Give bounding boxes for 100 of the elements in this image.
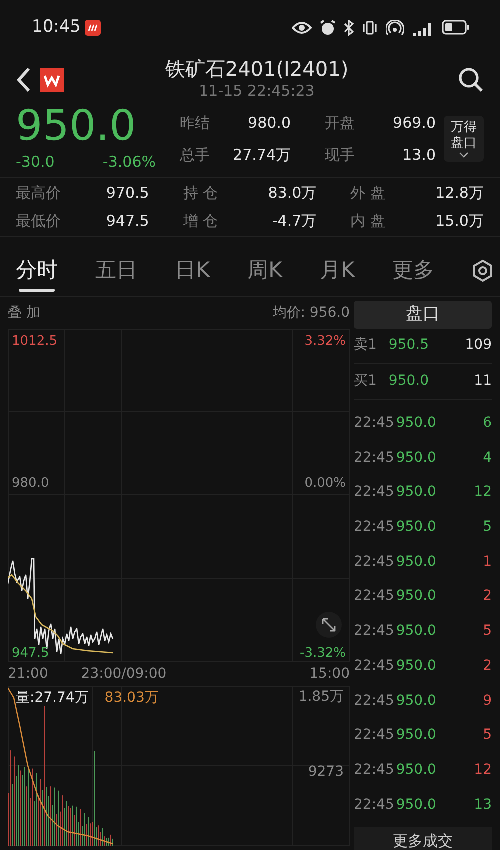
percent-axis-label: 0.00% — [304, 477, 346, 490]
trade-time: 22:45 — [354, 518, 394, 538]
trade-time: 22:45 — [354, 726, 394, 746]
hotspot-icon — [386, 20, 404, 36]
expand-button[interactable] — [316, 612, 342, 638]
trade-time: 22:45 — [354, 483, 394, 502]
trade-quantity: 5 — [483, 622, 492, 642]
volume-average: 83.03万 — [104, 689, 159, 708]
detail-value: 15.0万 — [436, 210, 484, 232]
trade-time: 22:45 — [354, 796, 394, 815]
order-quantity: 109 — [465, 336, 492, 356]
price-axis-label: 1012.5 — [12, 335, 58, 348]
trade-price: 950.0 — [396, 692, 436, 711]
stat-label: 开盘 — [325, 112, 355, 134]
stat-value: 27.74万 — [233, 145, 291, 166]
chevron-down-icon — [459, 152, 469, 158]
trade-quantity: 13 — [474, 796, 492, 815]
back-button[interactable] — [16, 67, 32, 93]
order-quantity: 11 — [474, 372, 492, 391]
trade-quantity: 5 — [483, 518, 492, 538]
volume-axis-label: 1.85万 — [298, 690, 344, 704]
trade-price: 950.0 — [396, 760, 436, 780]
trade-price: 950.0 — [396, 622, 436, 642]
time-axis-label: 21:00 — [8, 664, 48, 684]
status-time: 10:45 — [32, 16, 81, 39]
trade-price: 950.0 — [396, 552, 436, 572]
trade-time: 22:45 — [354, 760, 394, 780]
instrument-title: 铁矿石2401(I2401) — [165, 58, 349, 80]
trade-time: 22:45 — [354, 414, 394, 433]
order-price: 950.0 — [388, 372, 430, 391]
price-axis-label: 947.5 — [12, 647, 50, 660]
trade-quantity: 6 — [483, 414, 492, 433]
percent-change: -3.06% — [102, 152, 156, 173]
trade-price: 950.0 — [396, 518, 436, 538]
trade-price: 950.0 — [396, 587, 436, 606]
trade-price: 950.0 — [396, 656, 436, 676]
chart-tab[interactable]: 月K — [320, 248, 355, 292]
chart-tab[interactable]: 周K — [248, 248, 282, 292]
logo-icon — [40, 68, 64, 92]
average-price: 均价: 956.0 — [272, 304, 350, 322]
trade-quantity: 4 — [483, 448, 492, 468]
trade-quantity: 5 — [483, 726, 492, 746]
trade-price: 950.0 — [396, 796, 436, 815]
bluetooth-icon — [344, 20, 354, 36]
detail-value: 947.5 — [106, 210, 150, 232]
trade-quantity: 1 — [483, 552, 492, 572]
detail-label: 增 仓 — [183, 210, 218, 232]
vibrate-icon — [362, 20, 378, 36]
percent-axis-label: -3.32% — [300, 647, 346, 660]
trade-quantity: 2 — [483, 656, 492, 676]
chart-tab[interactable]: 五日 — [96, 248, 138, 292]
trade-price: 950.0 — [396, 726, 436, 746]
trade-price: 950.0 — [396, 414, 436, 433]
trade-quantity: 2 — [483, 587, 492, 606]
eye-icon — [292, 20, 312, 34]
chart-tab[interactable]: 日K — [175, 248, 210, 292]
stat-label: 现手 — [325, 145, 355, 166]
price-axis-label: 980.0 — [12, 477, 50, 490]
trade-time: 22:45 — [354, 448, 394, 468]
chart-tab[interactable]: 更多 — [392, 248, 434, 292]
price-change: -30.0 — [16, 152, 55, 173]
trade-time: 22:45 — [354, 692, 394, 711]
trade-price: 950.0 — [396, 448, 436, 468]
wind-orderbook-button[interactable]: 万得 盘口 — [444, 116, 484, 162]
stat-value: 13.0 — [402, 145, 436, 166]
detail-value: 83.0万 — [268, 183, 317, 204]
quote-timestamp: 11-15 22:45:23 — [199, 80, 315, 102]
last-price: 950.0 — [16, 104, 138, 147]
stat-value: 969.0 — [393, 112, 436, 134]
search-button[interactable] — [458, 67, 484, 93]
trade-time: 22:45 — [354, 587, 394, 606]
time-axis-label: 15:00 — [310, 664, 350, 684]
more-trades-button[interactable]: 更多成交 — [354, 826, 492, 850]
time-axis-label: 23:00/09:00 — [81, 664, 167, 684]
app-notification-icon — [85, 20, 101, 36]
chart-tab[interactable]: 分时 — [16, 248, 58, 292]
settings-button[interactable] — [472, 258, 494, 283]
order-side: 买1 — [354, 372, 377, 391]
trade-quantity: 9 — [483, 692, 492, 711]
detail-value: -4.7万 — [272, 210, 317, 232]
battery-icon — [442, 20, 470, 35]
trade-quantity: 12 — [474, 483, 492, 502]
trade-time: 22:45 — [354, 622, 394, 642]
detail-label: 最低价 — [16, 210, 61, 232]
order-price: 950.5 — [388, 336, 430, 356]
stat-value: 980.0 — [248, 112, 291, 134]
orderbook-button[interactable]: 盘口 — [354, 301, 492, 328]
detail-label: 外 盘 — [350, 183, 386, 204]
alarm-icon — [320, 20, 336, 36]
expand-icon — [321, 617, 337, 633]
stat-label: 总手 — [180, 145, 210, 166]
detail-label: 持 仓 — [183, 183, 218, 204]
trade-quantity: 12 — [474, 760, 492, 780]
order-side: 卖1 — [354, 336, 377, 356]
trade-price: 950.0 — [396, 483, 436, 502]
detail-label: 内 盘 — [350, 210, 386, 232]
overlay-label[interactable]: 叠 加 — [8, 302, 40, 324]
detail-label: 最高价 — [16, 183, 61, 204]
volume-axis-label: 9273 — [308, 765, 344, 779]
detail-value: 12.8万 — [436, 183, 484, 204]
